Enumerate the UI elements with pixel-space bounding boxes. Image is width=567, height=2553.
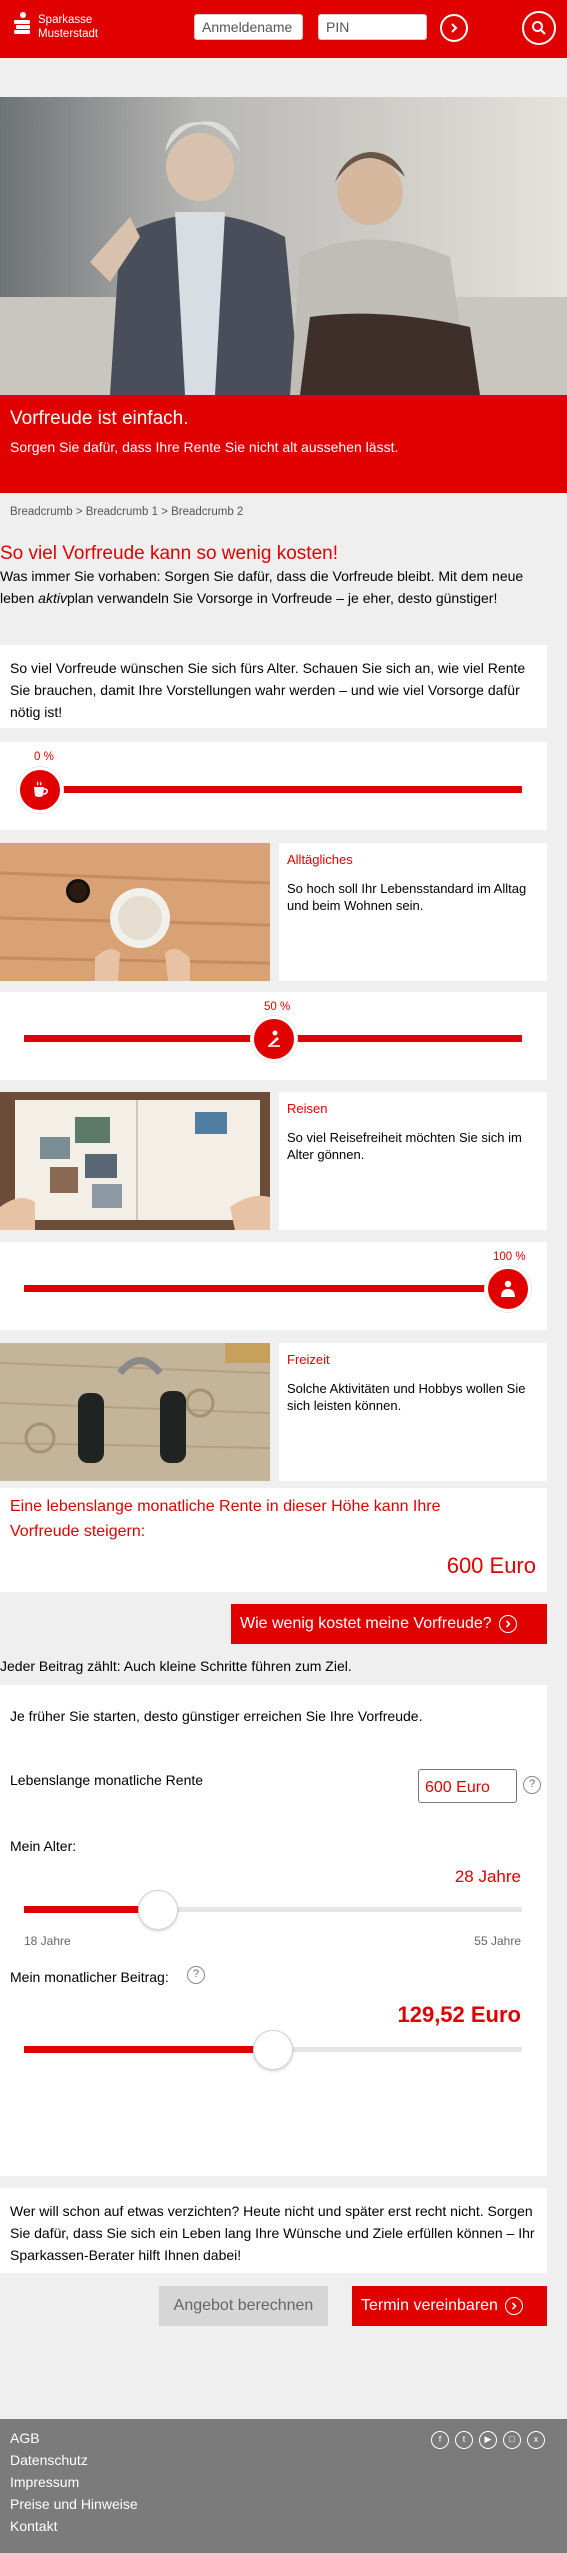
footer-link[interactable]: Kontakt	[10, 2515, 138, 2537]
slider-percent-label: 50 %	[264, 1001, 291, 1013]
intro-text: Was immer Sie vorhaben: Sorgen Sie dafür…	[0, 565, 540, 609]
category-card-freizeit: Freizeit Solche Aktivitäten und Hobbys w…	[279, 1343, 547, 1481]
category-title: Alltägliches	[287, 852, 353, 867]
slider-freizeit: 100 %	[0, 1242, 547, 1330]
result-box: Eine lebenslange monatliche Rente in die…	[0, 1488, 547, 1592]
beitrag-slider-fill	[24, 2046, 273, 2053]
username-input[interactable]	[194, 14, 303, 40]
footer-links: AGB Datenschutz Impressum Preise und Hin…	[10, 2427, 138, 2537]
sparkasse-s-icon	[14, 12, 32, 34]
arrow-right-icon	[451, 23, 458, 33]
search-button[interactable]	[522, 11, 556, 45]
slider-percent-label: 100 %	[493, 1251, 526, 1263]
logo-line1: Sparkasse	[38, 14, 93, 26]
category-title: Freizeit	[287, 1352, 330, 1367]
category-card-reisen: Reisen So viel Reisefreiheit möchten Sie…	[279, 1092, 547, 1230]
login-submit-button[interactable]	[440, 14, 468, 42]
slider-reisen: 50 %	[0, 992, 547, 1080]
age-max-label: 55 Jahre	[474, 1934, 521, 1948]
person-icon	[501, 1280, 515, 1297]
hero-title: Vorfreude ist einfach.	[10, 408, 189, 429]
slider-track[interactable]	[24, 1285, 502, 1292]
coffee-cup-icon	[34, 781, 48, 797]
footer: AGB Datenschutz Impressum Preise und Hin…	[0, 2419, 567, 2553]
hero-image	[0, 97, 567, 395]
category-text: Solche Aktivitäten und Hobbys wollen Sie…	[287, 1380, 526, 1413]
category-text: So viel Reisefreiheit möchten Sie sich i…	[287, 1129, 522, 1162]
arrow-right-icon	[498, 1615, 517, 1633]
footer-link[interactable]: Impressum	[10, 2471, 138, 2493]
search-icon	[532, 21, 546, 35]
beitrag-slider-handle[interactable]	[253, 2030, 293, 2070]
calculator-panel: Je früher Sie starten, desto günstiger e…	[0, 1685, 547, 2176]
result-text: Eine lebenslange monatliche Rente in die…	[10, 1498, 441, 1540]
facebook-icon[interactable]: f	[431, 2431, 449, 2449]
footer-link[interactable]: Datenschutz	[10, 2449, 138, 2471]
header: Sparkasse Musterstadt	[0, 0, 567, 58]
slider-handle[interactable]	[251, 1016, 297, 1062]
appointment-button-label: Termin vereinbaren	[361, 2297, 498, 2315]
arrow-right-icon	[504, 2297, 523, 2315]
pin-input[interactable]	[318, 14, 427, 40]
age-value: 28 Jahre	[454, 1867, 521, 1886]
footer-link[interactable]: AGB	[10, 2427, 138, 2449]
offer-button[interactable]: Angebot berechnen	[159, 2286, 328, 2326]
result-amount: 600 Euro	[446, 1553, 536, 1578]
social-links: f t ▶ □ x	[431, 2431, 545, 2449]
intro-box: So viel Vorfreude wünschen Sie sich fürs…	[0, 645, 547, 728]
slider-handle[interactable]	[17, 767, 63, 813]
xing-icon[interactable]: x	[527, 2431, 545, 2449]
age-label: Mein Alter:	[10, 1838, 77, 1854]
intro-text-part2: plan verwandeln Sie Vorsorge in Vorfreud…	[66, 590, 498, 606]
sparkasse-logo[interactable]: Sparkasse Musterstadt	[14, 12, 98, 41]
logo-line2: Musterstadt	[38, 28, 99, 40]
age-slider-handle[interactable]	[138, 1890, 179, 1930]
horseshoe-boots-image	[0, 1343, 271, 1481]
breadcrumb[interactable]: Breadcrumb > Breadcrumb 1 > Breadcrumb 2	[10, 504, 243, 521]
calculator-intro: Je früher Sie starten, desto günstiger e…	[10, 1708, 423, 1724]
hero-subtitle: Sorgen Sie dafür, dass Ihre Rente Sie ni…	[10, 439, 399, 455]
hero-text-box: Vorfreude ist einfach. Sorgen Sie dafür,…	[0, 395, 567, 493]
deckchair-icon	[268, 1030, 280, 1047]
cost-calculator-button-label: Wie wenig kostet meine Vorfreude?	[240, 1615, 492, 1633]
appointment-button[interactable]: Termin vereinbaren	[352, 2286, 547, 2326]
slider-percent-label: 0 %	[34, 751, 54, 763]
slider-alltag: 0 %	[0, 742, 547, 830]
two-men-laughing-image	[0, 97, 567, 395]
cost-calculator-button[interactable]: Wie wenig kostet meine Vorfreude?	[231, 1604, 547, 1644]
footer-link[interactable]: Preise und Hinweise	[10, 2493, 138, 2515]
category-title: Reisen	[287, 1101, 328, 1116]
intro-text-emphasis: aktiv	[38, 590, 67, 606]
intro-box-text: So viel Vorfreude wünschen Sie sich fürs…	[10, 660, 526, 720]
slider-handle[interactable]	[485, 1266, 531, 1312]
beitrag-value: 129,52 Euro	[397, 2002, 521, 2027]
help-icon[interactable]: ?	[187, 1966, 205, 1984]
youtube-icon[interactable]: ▶	[479, 2431, 497, 2449]
rente-input[interactable]: 600 Euro	[418, 1769, 517, 1803]
slider-track[interactable]	[40, 786, 522, 793]
beitrag-label: Mein monatlicher Beitrag:	[10, 1969, 169, 1985]
photo-album-image	[0, 1092, 270, 1230]
advisor-text-box: Wer will schon auf etwas verzichten? Heu…	[0, 2188, 547, 2273]
help-icon[interactable]: ?	[523, 1776, 541, 1794]
age-min-label: 18 Jahre	[24, 1934, 71, 1948]
category-text: So hoch soll Ihr Lebensstandard im Allta…	[287, 880, 527, 913]
advisor-text: Wer will schon auf etwas verzichten? Heu…	[10, 2203, 535, 2263]
calculator-note: Jeder Beitrag zählt: Auch kleine Schritt…	[0, 1658, 352, 1674]
category-card-alltag: Alltägliches So hoch soll Ihr Lebensstan…	[279, 843, 547, 981]
page-title: So viel Vorfreude kann so wenig kosten!	[0, 543, 338, 564]
twitter-icon[interactable]: t	[455, 2431, 473, 2449]
instagram-icon[interactable]: □	[503, 2431, 521, 2449]
breakfast-image	[0, 843, 271, 981]
hero-banner: Vorfreude ist einfach. Sorgen Sie dafür,…	[0, 97, 567, 493]
rente-label: Lebenslange monatliche Rente	[10, 1772, 204, 1788]
